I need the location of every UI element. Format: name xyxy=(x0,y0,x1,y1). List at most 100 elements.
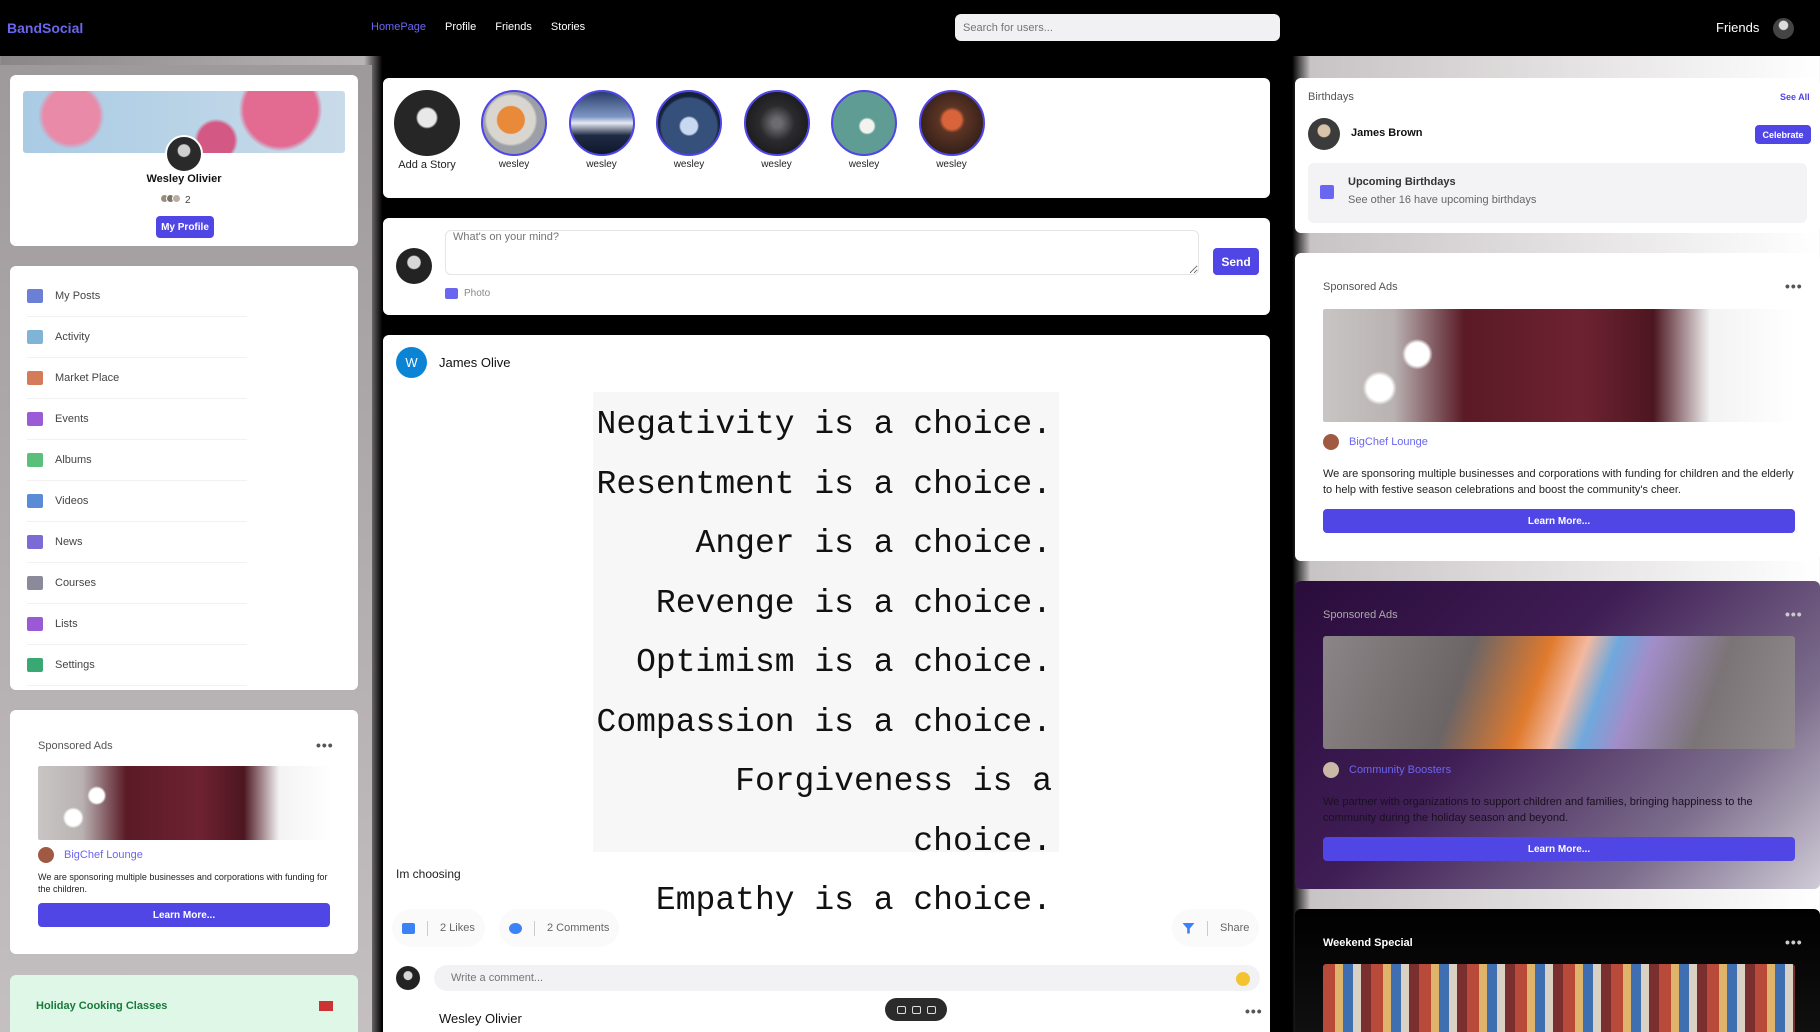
story-thumbnail xyxy=(481,90,547,156)
sidebar-item[interactable]: News xyxy=(27,522,247,563)
ad-brand[interactable]: BigChef Lounge xyxy=(38,847,143,863)
sidebar-item[interactable]: Albums xyxy=(27,440,247,481)
birthday-name[interactable]: James Brown xyxy=(1351,127,1423,139)
nav-avatar[interactable] xyxy=(1773,18,1794,39)
story-name: wesley xyxy=(761,159,792,170)
sidebar-item-label: My Posts xyxy=(55,290,101,302)
weekend-special-card: Weekend Special ••• xyxy=(1295,909,1820,1032)
story-item[interactable]: wesley xyxy=(656,90,722,170)
sidebar-item[interactable]: Activity xyxy=(27,317,247,358)
comment-button[interactable]: 2 Comments xyxy=(499,909,620,947)
sidebar-item-label: Albums xyxy=(55,454,92,466)
sidebar-item-label: Events xyxy=(55,413,89,425)
ad-image xyxy=(38,766,332,840)
brand-logo[interactable]: BandSocial xyxy=(7,20,83,36)
news-icon xyxy=(27,535,43,549)
stories-bar: Add a Story wesley wesley wesley wesley wesl… xyxy=(383,78,1270,198)
sidebar-item-label: Market Place xyxy=(55,372,120,384)
gift-icon xyxy=(1320,185,1334,199)
ad-brand-name[interactable]: BigChef Lounge xyxy=(64,849,143,861)
toggle-icon[interactable] xyxy=(911,1005,921,1014)
story-item[interactable]: wesley xyxy=(743,90,810,170)
filter-icon xyxy=(1182,922,1195,934)
sidebar-item[interactable]: Lists xyxy=(27,604,247,645)
photo-icon xyxy=(445,288,458,299)
story-item[interactable]: wesley xyxy=(918,90,985,170)
quote-line: Negativity is a choice. xyxy=(596,406,1052,443)
ad-label: Sponsored Ads xyxy=(1323,281,1398,293)
more-options-icon[interactable]: ••• xyxy=(1785,278,1803,294)
plus-icon xyxy=(394,90,460,156)
story-thumbnail xyxy=(918,90,985,156)
post-input[interactable] xyxy=(445,230,1199,275)
add-story-button[interactable]: Add a Story xyxy=(394,90,460,171)
sidebar-item[interactable]: Events xyxy=(27,399,247,440)
nav-link-profile[interactable]: Profile xyxy=(445,21,476,33)
more-options-icon[interactable]: ••• xyxy=(316,737,334,753)
sidebar-item[interactable]: Market Place xyxy=(27,358,247,399)
post-author-name[interactable]: James Olive xyxy=(439,355,511,370)
profile-name: Wesley Olivier xyxy=(146,173,222,185)
profile-avatar[interactable] xyxy=(165,135,203,173)
share-button[interactable]: Share xyxy=(1172,909,1260,947)
comment-options-icon[interactable]: ••• xyxy=(1245,1003,1263,1019)
activity-icon xyxy=(27,330,43,344)
like-button[interactable]: 2 Likes xyxy=(392,909,485,947)
learn-more-button[interactable]: Learn More... xyxy=(1323,837,1795,861)
profile-friends-summary[interactable]: 2 xyxy=(160,194,191,206)
ad-image xyxy=(1323,636,1795,749)
story-item[interactable]: wesley xyxy=(568,90,635,170)
ad-description: We are sponsoring multiple businesses an… xyxy=(1323,468,1794,496)
story-item[interactable]: wesley xyxy=(481,90,547,170)
ad-brand-name[interactable]: Community Boosters xyxy=(1349,764,1451,776)
nav-link-stories[interactable]: Stories xyxy=(551,21,585,33)
send-button[interactable]: Send xyxy=(1213,248,1259,275)
sidebar-item[interactable]: Videos xyxy=(27,481,247,522)
story-item[interactable]: wesley xyxy=(831,90,897,170)
upcoming-title: Upcoming Birthdays xyxy=(1348,176,1456,188)
sidebar-item[interactable]: My Posts xyxy=(27,276,247,317)
ad-label: Sponsored Ads xyxy=(1323,609,1398,621)
chat-icon[interactable] xyxy=(896,1005,906,1014)
my-profile-button[interactable]: My Profile xyxy=(156,216,214,238)
birthday-avatar[interactable] xyxy=(1308,118,1340,150)
nav-link-homepage[interactable]: HomePage xyxy=(371,21,426,33)
sidebar-item[interactable]: Settings xyxy=(27,645,247,686)
more-options-icon[interactable]: ••• xyxy=(1785,606,1803,622)
list-icon[interactable] xyxy=(926,1005,936,1014)
comment-input[interactable] xyxy=(434,965,1260,991)
holiday-cooking-card[interactable]: Holiday Cooking Classes xyxy=(10,975,358,1032)
story-name: wesley xyxy=(586,159,617,170)
right-sponsored-ad-2: Sponsored Ads ••• Community Boosters We … xyxy=(1295,581,1820,889)
upcoming-birthdays[interactable]: Upcoming Birthdays See other 16 have upc… xyxy=(1308,163,1807,223)
quote-line: Revenge is a choice. xyxy=(655,584,1052,622)
post-image[interactable]: Negativity is a choice. Resentment is a c… xyxy=(593,392,1059,919)
nav-links: HomePage Profile Friends Stories xyxy=(371,21,585,33)
floating-toolbar[interactable] xyxy=(885,998,947,1021)
ad-brand[interactable]: Community Boosters xyxy=(1323,762,1451,778)
photo-button[interactable]: Photo xyxy=(445,288,490,299)
sidebar-item-label: News xyxy=(55,536,83,548)
top-navbar: BandSocial HomePage Profile Friends Stor… xyxy=(0,0,1820,56)
story-thumbnail xyxy=(743,90,810,156)
post-author-avatar[interactable]: W xyxy=(396,347,427,378)
comments-count: 2 Comments xyxy=(547,922,610,934)
comment-author-name[interactable]: Wesley Olivier xyxy=(439,1011,522,1026)
nav-friends-link[interactable]: Friends xyxy=(1716,20,1759,35)
more-options-icon[interactable]: ••• xyxy=(1785,934,1803,950)
ad-brand-name[interactable]: BigChef Lounge xyxy=(1349,436,1428,448)
sidebar-item[interactable]: Courses xyxy=(27,563,247,604)
weekend-image xyxy=(1323,964,1795,1032)
emoji-icon[interactable] xyxy=(1236,972,1250,986)
ad-brand[interactable]: BigChef Lounge xyxy=(1323,434,1428,450)
learn-more-button[interactable]: Learn More... xyxy=(1323,509,1795,533)
quote-line: Anger is a choice. xyxy=(695,525,1052,562)
feed-post: W James Olive Negativity is a choice. Res… xyxy=(383,335,1270,1032)
celebrate-button[interactable]: Celebrate xyxy=(1755,125,1811,144)
learn-more-button[interactable]: Learn More... xyxy=(38,903,330,927)
ad-description: We are sponsoring multiple businesses an… xyxy=(38,872,328,894)
ad-description: We partner with organizations to support… xyxy=(1323,796,1753,824)
user-search-input[interactable] xyxy=(955,14,1280,41)
nav-link-friends[interactable]: Friends xyxy=(495,21,532,33)
see-all-link[interactable]: See All xyxy=(1780,92,1810,102)
